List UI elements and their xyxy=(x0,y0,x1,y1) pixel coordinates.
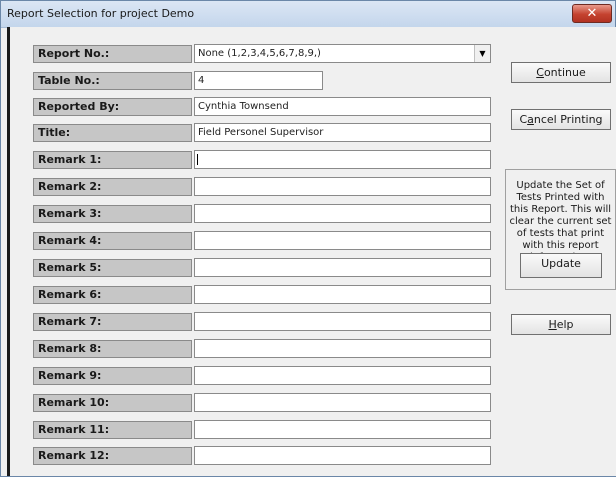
remark-label: Remark 1: xyxy=(33,151,192,169)
help-label: elp xyxy=(556,318,574,331)
update-button[interactable]: Update xyxy=(520,253,602,278)
close-button[interactable]: ✕ xyxy=(572,4,612,23)
report-selection-window: Report Selection for project Demo ✕ Repo… xyxy=(0,0,616,477)
remark-6-field[interactable] xyxy=(194,285,491,304)
remark-label: Remark 4: xyxy=(33,232,192,250)
help-button[interactable]: Help xyxy=(511,314,611,335)
chevron-down-icon: ▼ xyxy=(479,49,486,58)
table-no-value: 4 xyxy=(198,75,205,86)
remark-3-field[interactable] xyxy=(194,204,491,223)
cancel-printing-prefix: C xyxy=(519,113,528,126)
table-no-field[interactable]: 4 xyxy=(194,71,323,90)
title-value: Field Personel Supervisor xyxy=(198,127,324,138)
continue-label: ontinue xyxy=(543,66,586,79)
update-info-panel: Update the Set of Tests Printed with thi… xyxy=(505,169,616,290)
remark-10-field[interactable] xyxy=(194,393,491,412)
remark-label: Remark 6: xyxy=(33,286,192,304)
window-title: Report Selection for project Demo xyxy=(7,7,195,20)
remark-8-field[interactable] xyxy=(194,339,491,358)
title-label: Title: xyxy=(33,124,192,142)
remark-1-field[interactable] xyxy=(194,150,491,169)
remark-11-field[interactable] xyxy=(194,420,491,439)
cancel-printing-mnemonic: a xyxy=(527,113,534,126)
remark-label: Remark 12: xyxy=(33,447,192,465)
remark-label: Remark 3: xyxy=(33,205,192,223)
report-no-combobox[interactable]: None (1,2,3,4,5,6,7,8,9,) xyxy=(194,44,491,63)
text-caret xyxy=(197,154,198,165)
report-no-dropdown-button[interactable]: ▼ xyxy=(474,45,490,62)
table-no-label: Table No.: xyxy=(33,72,192,90)
remark-label: Remark 7: xyxy=(33,313,192,331)
title-bar[interactable]: Report Selection for project Demo ✕ xyxy=(1,1,615,28)
remark-5-field[interactable] xyxy=(194,258,491,277)
remark-label: Remark 5: xyxy=(33,259,192,277)
remark-7-field[interactable] xyxy=(194,312,491,331)
cancel-printing-button[interactable]: Cancel Printing xyxy=(511,109,611,130)
remark-label: Remark 10: xyxy=(33,394,192,412)
reported-by-label: Reported By: xyxy=(33,98,192,116)
remark-label: Remark 2: xyxy=(33,178,192,196)
remark-label: Remark 11: xyxy=(33,421,192,439)
continue-button[interactable]: Continue xyxy=(511,62,611,83)
continue-mnemonic: C xyxy=(536,66,544,79)
remark-2-field[interactable] xyxy=(194,177,491,196)
reported-by-value: Cynthia Townsend xyxy=(198,101,289,112)
reported-by-field[interactable]: Cynthia Townsend xyxy=(194,97,491,116)
remark-12-field[interactable] xyxy=(194,446,491,465)
remark-9-field[interactable] xyxy=(194,366,491,385)
remark-4-field[interactable] xyxy=(194,231,491,250)
help-mnemonic: H xyxy=(548,318,557,331)
remark-label: Remark 9: xyxy=(33,367,192,385)
cancel-printing-label: ncel Printing xyxy=(533,113,603,126)
close-icon: ✕ xyxy=(586,6,598,21)
remark-label: Remark 8: xyxy=(33,340,192,358)
title-field[interactable]: Field Personel Supervisor xyxy=(194,123,491,142)
update-info-text: Update the Set of Tests Printed with thi… xyxy=(509,180,612,263)
report-no-value: None (1,2,3,4,5,6,7,8,9,) xyxy=(198,48,321,59)
report-no-label: Report No.: xyxy=(33,45,192,63)
